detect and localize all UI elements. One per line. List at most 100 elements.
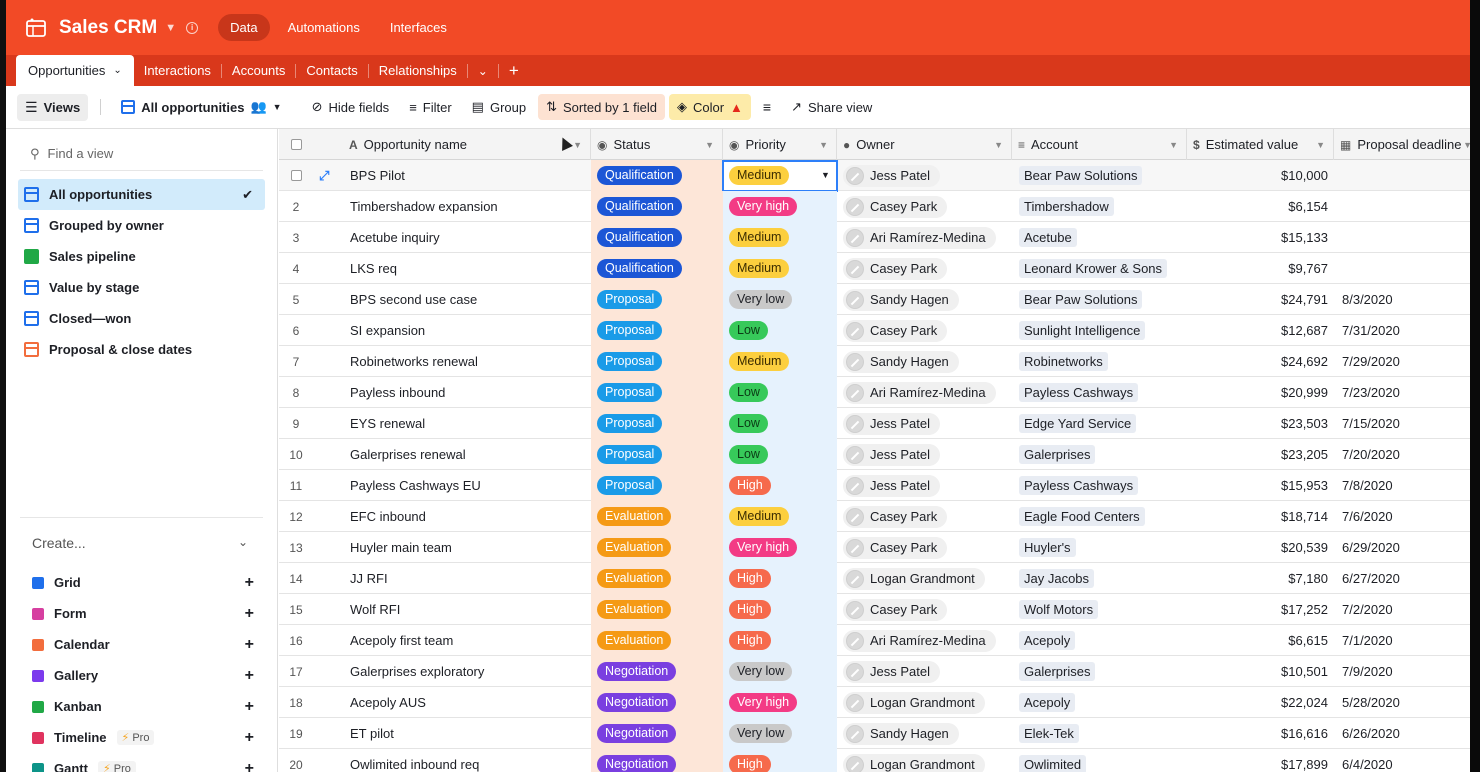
proposal-deadline-cell[interactable]: 7/2/2020	[1334, 594, 1480, 625]
table-row[interactable]: 4 LKS req Qualification Medium Casey Park Leo…	[279, 253, 1480, 284]
account-cell[interactable]: Acepoly	[1012, 687, 1187, 718]
view-item[interactable]: Closed—won	[18, 303, 265, 334]
estimated-value-cell[interactable]: $23,503	[1187, 408, 1334, 439]
status-cell[interactable]: Evaluation	[591, 501, 723, 532]
account-cell[interactable]: Robinetworks	[1012, 346, 1187, 377]
column-opportunity-name[interactable]: A Opportunity name ▼	[343, 129, 591, 160]
opportunity-name-cell[interactable]: Acetube inquiry	[343, 222, 589, 253]
estimated-value-cell[interactable]: $7,180	[1187, 563, 1334, 594]
account-cell[interactable]: Leonard Krower & Sons	[1012, 253, 1187, 284]
row-number[interactable]: 11	[279, 470, 313, 501]
account-link-chip[interactable]: Acepoly	[1019, 693, 1076, 712]
priority-cell[interactable]: High	[723, 625, 837, 656]
row-number[interactable]: 18	[279, 687, 313, 718]
table-row[interactable]: 10 Galerprises renewal Proposal Low Jess Pat…	[279, 439, 1480, 470]
proposal-deadline-cell[interactable]	[1334, 160, 1480, 191]
proposal-deadline-cell[interactable]	[1334, 253, 1480, 284]
table-row[interactable]: 3 Acetube inquiry Qualification Medium Ari R…	[279, 222, 1480, 253]
account-cell[interactable]: Wolf Motors	[1012, 594, 1187, 625]
chevron-down-icon[interactable]: ▼	[705, 140, 714, 150]
owner-cell[interactable]: Casey Park	[837, 315, 1012, 346]
dropdown-arrow-icon[interactable]: ▼	[821, 170, 830, 180]
opportunity-name-cell[interactable]: LKS req	[343, 253, 589, 284]
create-view-item[interactable]: Gantt ⚡ Pro +	[32, 753, 254, 772]
account-cell[interactable]: Elek-Tek	[1012, 718, 1187, 749]
status-cell[interactable]: Proposal	[591, 439, 723, 470]
opportunity-name-cell[interactable]: Huyler main team	[343, 532, 589, 563]
status-cell[interactable]: Evaluation	[591, 532, 723, 563]
owner-cell[interactable]: Logan Grandmont	[837, 749, 1012, 772]
table-row[interactable]: 5 BPS second use case Proposal Very low Sand…	[279, 284, 1480, 315]
proposal-deadline-cell[interactable]: 7/20/2020	[1334, 439, 1480, 470]
status-cell[interactable]: Negotiation	[591, 687, 723, 718]
status-cell[interactable]: Qualification	[591, 253, 723, 284]
opportunity-name-cell[interactable]: Robinetworks renewal	[343, 346, 589, 377]
column-account[interactable]: ≡ Account ▼	[1012, 129, 1187, 160]
proposal-deadline-cell[interactable]: 7/6/2020	[1334, 501, 1480, 532]
status-cell[interactable]: Negotiation	[591, 749, 723, 772]
opportunity-name-cell[interactable]: BPS second use case	[343, 284, 589, 315]
row-number[interactable]: 9	[279, 408, 313, 439]
chevron-down-icon[interactable]: ⌄	[238, 535, 248, 549]
owner-cell[interactable]: Jess Patel	[837, 160, 1012, 191]
priority-cell[interactable]: Low	[723, 315, 837, 346]
owner-cell[interactable]: Ari Ramírez-Medina	[837, 625, 1012, 656]
proposal-deadline-cell[interactable]: 7/8/2020	[1334, 470, 1480, 501]
opportunity-name-cell[interactable]: Payless inbound	[343, 377, 589, 408]
proposal-deadline-cell[interactable]: 5/28/2020	[1334, 687, 1480, 718]
row-number[interactable]: 14	[279, 563, 313, 594]
owner-cell[interactable]: Logan Grandmont	[837, 563, 1012, 594]
tab-interactions[interactable]: Interactions	[134, 55, 221, 86]
opportunity-name-cell[interactable]: Timbershadow expansion	[343, 191, 589, 222]
plus-icon[interactable]: +	[245, 760, 254, 772]
add-table-button[interactable]: +	[499, 55, 529, 86]
proposal-deadline-cell[interactable]: 8/3/2020	[1334, 284, 1480, 315]
chevron-down-icon[interactable]: ⌄	[113, 65, 121, 76]
plus-icon[interactable]: +	[245, 636, 254, 654]
plus-icon[interactable]: +	[245, 729, 254, 747]
plus-icon[interactable]: +	[245, 574, 254, 592]
view-item[interactable]: Grouped by owner	[18, 210, 265, 241]
opportunity-name-cell[interactable]: Acepoly first team	[343, 625, 589, 656]
create-view-heading[interactable]: Create...	[32, 535, 86, 551]
hide-fields-button[interactable]: ⊘ Hide fields	[304, 94, 398, 120]
account-link-chip[interactable]: Jay Jacobs	[1019, 569, 1095, 588]
status-cell[interactable]: Proposal	[591, 377, 723, 408]
account-cell[interactable]: Payless Cashways	[1012, 377, 1187, 408]
estimated-value-cell[interactable]: $9,767	[1187, 253, 1334, 284]
row-height-button[interactable]: ≡	[755, 94, 779, 120]
proposal-deadline-cell[interactable]: 7/23/2020	[1334, 377, 1480, 408]
priority-cell[interactable]: Medium	[723, 222, 837, 253]
row-number[interactable]: 12	[279, 501, 313, 532]
create-view-item[interactable]: Form +	[32, 598, 254, 629]
table-row[interactable]: 16 Acepoly first team Evaluation High Ari Ra…	[279, 625, 1480, 656]
status-cell[interactable]: Proposal	[591, 346, 723, 377]
tab-relationships[interactable]: Relationships	[369, 55, 467, 86]
table-row[interactable]: 9 EYS renewal Proposal Low Jess Patel Edge Ya…	[279, 408, 1480, 439]
select-all-checkbox[interactable]	[279, 129, 313, 160]
column-priority[interactable]: ◉ Priority ▼	[723, 129, 837, 160]
account-link-chip[interactable]: Leonard Krower & Sons	[1019, 259, 1168, 278]
table-row[interactable]: 19 ET pilot Negotiation Very low Sandy Hagen…	[279, 718, 1480, 749]
base-logo-icon[interactable]	[23, 15, 49, 41]
account-cell[interactable]: Bear Paw Solutions	[1012, 284, 1187, 315]
plus-icon[interactable]: +	[245, 605, 254, 623]
proposal-deadline-cell[interactable]: 6/26/2020	[1334, 718, 1480, 749]
owner-cell[interactable]: Sandy Hagen	[837, 718, 1012, 749]
view-item[interactable]: Sales pipeline	[18, 241, 265, 272]
priority-cell[interactable]: High	[723, 563, 837, 594]
estimated-value-cell[interactable]: $15,133	[1187, 222, 1334, 253]
row-number[interactable]: 2	[279, 191, 313, 222]
account-link-chip[interactable]: Elek-Tek	[1019, 724, 1079, 743]
row-number[interactable]: 15	[279, 594, 313, 625]
estimated-value-cell[interactable]: $22,024	[1187, 687, 1334, 718]
account-cell[interactable]: Acetube	[1012, 222, 1187, 253]
priority-cell[interactable]: Very high	[723, 532, 837, 563]
table-row[interactable]: 14 JJ RFI Evaluation High Logan Grandmont Jay…	[279, 563, 1480, 594]
status-cell[interactable]: Proposal	[591, 284, 723, 315]
priority-cell[interactable]: Very high	[723, 687, 837, 718]
expand-record-icon[interactable]: ⤢	[319, 168, 329, 184]
status-cell[interactable]: Proposal	[591, 470, 723, 501]
app-title[interactable]: Sales CRM	[59, 17, 157, 39]
sort-button[interactable]: ⇅ Sorted by 1 field	[538, 94, 665, 120]
